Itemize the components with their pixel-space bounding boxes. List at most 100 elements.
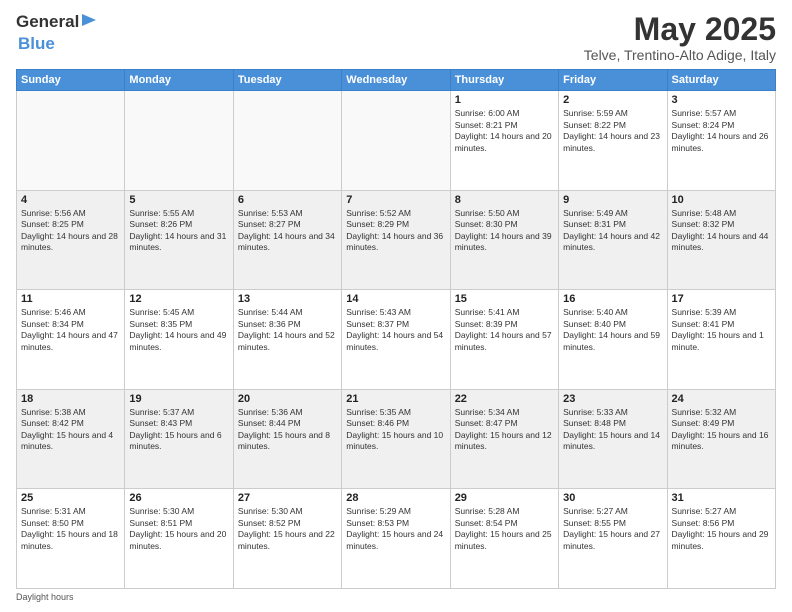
day-info: Sunrise: 6:00 AMSunset: 8:21 PMDaylight:…	[455, 108, 554, 154]
calendar-day-header: Wednesday	[342, 70, 450, 91]
day-info: Sunrise: 5:40 AMSunset: 8:40 PMDaylight:…	[563, 307, 662, 353]
day-info: Sunrise: 5:33 AMSunset: 8:48 PMDaylight:…	[563, 407, 662, 453]
day-info: Sunrise: 5:52 AMSunset: 8:29 PMDaylight:…	[346, 208, 445, 254]
day-info: Sunrise: 5:53 AMSunset: 8:27 PMDaylight:…	[238, 208, 337, 254]
calendar-day-cell	[233, 91, 341, 191]
calendar-day-cell: 17 Sunrise: 5:39 AMSunset: 8:41 PMDayligh…	[667, 290, 775, 390]
day-number: 10	[672, 194, 771, 206]
calendar-day-header: Thursday	[450, 70, 558, 91]
day-info: Sunrise: 5:48 AMSunset: 8:32 PMDaylight:…	[672, 208, 771, 254]
day-info: Sunrise: 5:49 AMSunset: 8:31 PMDaylight:…	[563, 208, 662, 254]
day-number: 15	[455, 293, 554, 305]
logo-flag-icon	[80, 12, 98, 34]
day-number: 19	[129, 393, 228, 405]
calendar-day-cell: 15 Sunrise: 5:41 AMSunset: 8:39 PMDayligh…	[450, 290, 558, 390]
calendar-day-cell: 2Sunrise: 5:59 AMSunset: 8:22 PMDaylight…	[559, 91, 667, 191]
day-info: Sunrise: 5:32 AMSunset: 8:49 PMDaylight:…	[672, 407, 771, 453]
day-number: 20	[238, 393, 337, 405]
logo-text: General Blue	[16, 12, 99, 54]
day-number: 5	[129, 194, 228, 206]
day-info: Sunrise: 5:31 AMSunset: 8:50 PMDaylight:…	[21, 506, 120, 552]
calendar-week-row: 25 Sunrise: 5:31 AMSunset: 8:50 PMDayligh…	[17, 489, 776, 589]
day-number: 1	[455, 94, 554, 106]
day-number: 21	[346, 393, 445, 405]
header: General Blue May 2025 Telve, Trentino-Al…	[16, 12, 776, 63]
day-info: Sunrise: 5:30 AMSunset: 8:52 PMDaylight:…	[238, 506, 337, 552]
day-number: 12	[129, 293, 228, 305]
logo-general: General	[16, 12, 79, 31]
calendar-day-cell: 6 Sunrise: 5:53 AMSunset: 8:27 PMDaylight…	[233, 190, 341, 290]
day-number: 26	[129, 492, 228, 504]
day-info: Sunrise: 5:41 AMSunset: 8:39 PMDaylight:…	[455, 307, 554, 353]
calendar-day-cell: 27Sunrise: 5:30 AMSunset: 8:52 PMDayligh…	[233, 489, 341, 589]
day-info: Sunrise: 5:57 AMSunset: 8:24 PMDaylight:…	[672, 108, 771, 154]
calendar-day-cell: 21Sunrise: 5:35 AMSunset: 8:46 PMDayligh…	[342, 389, 450, 489]
calendar-day-cell: 4 Sunrise: 5:56 AMSunset: 8:25 PMDaylight…	[17, 190, 125, 290]
calendar-day-cell: 28Sunrise: 5:29 AMSunset: 8:53 PMDayligh…	[342, 489, 450, 589]
day-number: 25	[21, 492, 120, 504]
calendar-day-cell: 13Sunrise: 5:44 AMSunset: 8:36 PMDayligh…	[233, 290, 341, 390]
calendar-day-cell: 9 Sunrise: 5:49 AMSunset: 8:31 PMDaylight…	[559, 190, 667, 290]
calendar-day-cell: 26 Sunrise: 5:30 AMSunset: 8:51 PMDayligh…	[125, 489, 233, 589]
day-info: Sunrise: 5:29 AMSunset: 8:53 PMDaylight:…	[346, 506, 445, 552]
calendar-day-cell: 29Sunrise: 5:28 AMSunset: 8:54 PMDayligh…	[450, 489, 558, 589]
day-info: Sunrise: 5:45 AMSunset: 8:35 PMDaylight:…	[129, 307, 228, 353]
calendar-day-cell: 23 Sunrise: 5:33 AMSunset: 8:48 PMDayligh…	[559, 389, 667, 489]
day-number: 14	[346, 293, 445, 305]
calendar-day-cell: 5Sunrise: 5:55 AMSunset: 8:26 PMDaylight…	[125, 190, 233, 290]
calendar-week-row: 11 Sunrise: 5:46 AMSunset: 8:34 PMDayligh…	[17, 290, 776, 390]
calendar-day-cell: 11 Sunrise: 5:46 AMSunset: 8:34 PMDayligh…	[17, 290, 125, 390]
calendar-day-cell: 18 Sunrise: 5:38 AMSunset: 8:42 PMDayligh…	[17, 389, 125, 489]
calendar-week-row: 1 Sunrise: 6:00 AMSunset: 8:21 PMDaylight…	[17, 91, 776, 191]
calendar-day-header: Saturday	[667, 70, 775, 91]
calendar-day-cell: 3 Sunrise: 5:57 AMSunset: 8:24 PMDaylight…	[667, 91, 775, 191]
day-info: Sunrise: 5:30 AMSunset: 8:51 PMDaylight:…	[129, 506, 228, 552]
calendar-table: SundayMondayTuesdayWednesdayThursdayFrid…	[16, 69, 776, 589]
day-number: 9	[563, 194, 662, 206]
calendar-day-cell: 19 Sunrise: 5:37 AMSunset: 8:43 PMDayligh…	[125, 389, 233, 489]
calendar-week-row: 18 Sunrise: 5:38 AMSunset: 8:42 PMDayligh…	[17, 389, 776, 489]
day-number: 6	[238, 194, 337, 206]
day-info: Sunrise: 5:46 AMSunset: 8:34 PMDaylight:…	[21, 307, 120, 353]
day-number: 11	[21, 293, 120, 305]
calendar-day-cell: 22Sunrise: 5:34 AMSunset: 8:47 PMDayligh…	[450, 389, 558, 489]
calendar-day-header: Friday	[559, 70, 667, 91]
day-info: Sunrise: 5:37 AMSunset: 8:43 PMDaylight:…	[129, 407, 228, 453]
calendar-day-header: Tuesday	[233, 70, 341, 91]
calendar-day-cell: 24 Sunrise: 5:32 AMSunset: 8:49 PMDayligh…	[667, 389, 775, 489]
day-number: 18	[21, 393, 120, 405]
day-number: 30	[563, 492, 662, 504]
calendar-day-cell: 16Sunrise: 5:40 AMSunset: 8:40 PMDayligh…	[559, 290, 667, 390]
day-info: Sunrise: 5:59 AMSunset: 8:22 PMDaylight:…	[563, 108, 662, 154]
day-info: Sunrise: 5:34 AMSunset: 8:47 PMDaylight:…	[455, 407, 554, 453]
day-number: 4	[21, 194, 120, 206]
day-number: 23	[563, 393, 662, 405]
day-number: 3	[672, 94, 771, 106]
calendar-day-cell	[125, 91, 233, 191]
calendar-day-cell: 10 Sunrise: 5:48 AMSunset: 8:32 PMDayligh…	[667, 190, 775, 290]
day-info: Sunrise: 5:56 AMSunset: 8:25 PMDaylight:…	[21, 208, 120, 254]
day-number: 31	[672, 492, 771, 504]
day-number: 24	[672, 393, 771, 405]
calendar-day-cell	[342, 91, 450, 191]
calendar-day-header: Monday	[125, 70, 233, 91]
title-location: Telve, Trentino-Alto Adige, Italy	[584, 47, 776, 63]
footer-note: Daylight hours	[16, 592, 776, 602]
day-info: Sunrise: 5:39 AMSunset: 8:41 PMDaylight:…	[672, 307, 771, 353]
day-number: 8	[455, 194, 554, 206]
day-info: Sunrise: 5:50 AMSunset: 8:30 PMDaylight:…	[455, 208, 554, 254]
calendar-day-cell: 31 Sunrise: 5:27 AMSunset: 8:56 PMDayligh…	[667, 489, 775, 589]
day-info: Sunrise: 5:27 AMSunset: 8:56 PMDaylight:…	[672, 506, 771, 552]
day-info: Sunrise: 5:43 AMSunset: 8:37 PMDaylight:…	[346, 307, 445, 353]
calendar-day-header: Sunday	[17, 70, 125, 91]
calendar-day-cell: 20 Sunrise: 5:36 AMSunset: 8:44 PMDayligh…	[233, 389, 341, 489]
logo-blue: Blue	[18, 34, 55, 53]
day-number: 17	[672, 293, 771, 305]
day-info: Sunrise: 5:36 AMSunset: 8:44 PMDaylight:…	[238, 407, 337, 453]
day-info: Sunrise: 5:28 AMSunset: 8:54 PMDaylight:…	[455, 506, 554, 552]
calendar-day-cell: 1 Sunrise: 6:00 AMSunset: 8:21 PMDaylight…	[450, 91, 558, 191]
day-number: 7	[346, 194, 445, 206]
calendar-week-row: 4 Sunrise: 5:56 AMSunset: 8:25 PMDaylight…	[17, 190, 776, 290]
day-info: Sunrise: 5:38 AMSunset: 8:42 PMDaylight:…	[21, 407, 120, 453]
day-info: Sunrise: 5:44 AMSunset: 8:36 PMDaylight:…	[238, 307, 337, 353]
